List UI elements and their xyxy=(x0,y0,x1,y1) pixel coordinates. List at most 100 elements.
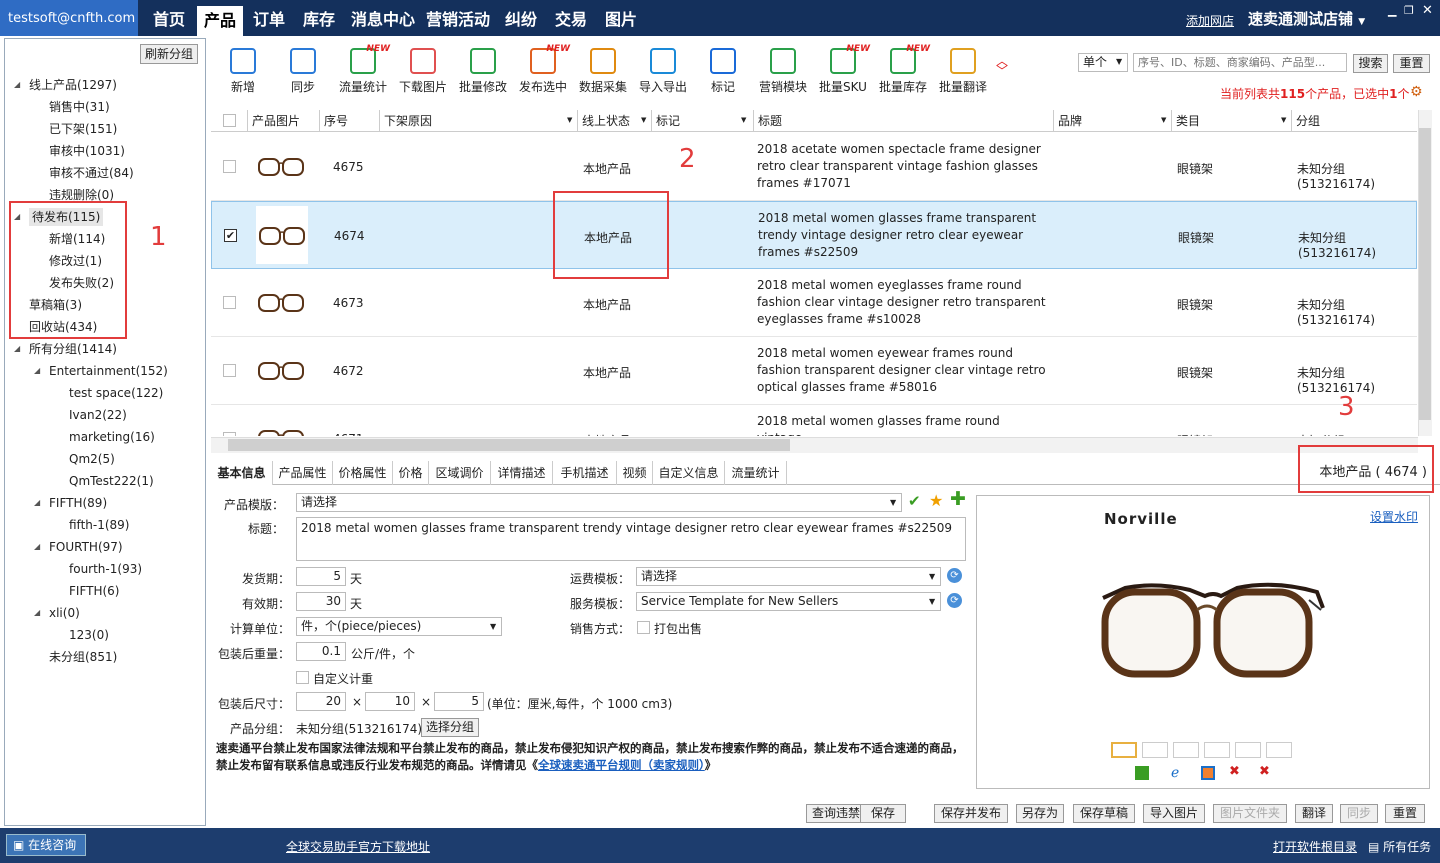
tree-item[interactable]: QmTest222(1) xyxy=(69,472,154,490)
tree-item[interactable]: 待发布(115) xyxy=(29,208,104,226)
custom-weight-checkbox[interactable] xyxy=(296,671,309,684)
toolbar-calendar-button[interactable]: NEW 发布选中 xyxy=(513,44,573,95)
tree-item[interactable]: FOURTH(97) xyxy=(49,538,123,556)
table-row[interactable]: 4671 本地产品 2018 metal women glasses frame r… xyxy=(211,405,1417,436)
tree-item[interactable]: 线上产品(1297) xyxy=(29,76,117,94)
set-watermark-link[interactable]: 设置水印 xyxy=(1370,508,1418,525)
tree-item[interactable]: 所有分组(1414) xyxy=(29,340,117,358)
copy-image-icon[interactable] xyxy=(1201,766,1215,780)
toolbar-edit-button[interactable]: 批量修改 xyxy=(453,46,513,95)
horizontal-scroll-thumb[interactable] xyxy=(228,439,790,451)
toolbar-grid-button[interactable]: 营销模块 xyxy=(753,46,813,95)
row-checkbox[interactable] xyxy=(223,364,236,377)
tree-item[interactable]: 审核中(1031) xyxy=(49,142,125,160)
tree-item[interactable]: 新增(114) xyxy=(49,230,105,248)
toolbar-export-button[interactable]: 导入导出 xyxy=(633,46,693,95)
expand-triangle-icon[interactable]: ◢ xyxy=(34,498,40,507)
toolbar-chart-button[interactable]: 数据采集 xyxy=(573,46,633,95)
expand-triangle-icon[interactable]: ◢ xyxy=(34,366,40,375)
bottom-button-6[interactable]: 图片文件夹 xyxy=(1213,804,1287,823)
freight-select[interactable]: 请选择 xyxy=(636,567,941,586)
select-group-button[interactable]: 选择分组 xyxy=(421,718,479,737)
vertical-scroll-thumb[interactable] xyxy=(1419,128,1431,420)
tree-item[interactable]: 修改过(1) xyxy=(49,252,102,270)
table-row[interactable]: ✔ 4674 本地产品 2018 metal women glasses frame … xyxy=(211,201,1417,269)
template-select[interactable]: 请选择 xyxy=(296,493,902,512)
refresh-icon[interactable]: ⟳ xyxy=(947,568,962,583)
browser-icon[interactable]: ℯ xyxy=(1171,765,1179,781)
title-textarea[interactable]: 2018 metal women glasses frame transpare… xyxy=(296,517,966,561)
tab-8[interactable]: 自定义信息 xyxy=(653,461,725,485)
tree-item[interactable]: Qm2(5) xyxy=(69,450,115,468)
row-checkbox[interactable]: ✔ xyxy=(224,229,237,242)
size-length-input[interactable]: 20 xyxy=(296,692,346,711)
valid-days-input[interactable]: 30 xyxy=(296,592,346,611)
delete-all-icon[interactable]: ✖ xyxy=(1259,764,1270,779)
bottom-button-3[interactable]: 另存为 xyxy=(1016,804,1064,823)
tab-0[interactable]: 基本信息 xyxy=(211,461,273,485)
row-checkbox[interactable] xyxy=(223,432,236,436)
thumbnail[interactable] xyxy=(1142,742,1168,758)
tab-5[interactable]: 详情描述 xyxy=(491,461,553,485)
tab-6[interactable]: 手机描述 xyxy=(553,461,617,485)
all-tasks-button[interactable]: ▤ 所有任务 xyxy=(1368,838,1431,855)
star-icon[interactable]: ★ xyxy=(929,491,943,510)
toolbar-image-button[interactable]: 下载图片 xyxy=(393,46,453,95)
tree-item[interactable]: marketing(16) xyxy=(69,428,155,446)
toolbar-stock-button[interactable]: NEW 批量库存 xyxy=(873,44,933,95)
tree-item[interactable]: test space(122) xyxy=(69,384,163,402)
tree-item[interactable]: Ivan2(22) xyxy=(69,406,127,424)
table-row[interactable]: 4672 本地产品 2018 metal women eyewear frames … xyxy=(211,337,1417,405)
tree-item[interactable]: fifth-1(89) xyxy=(69,516,129,534)
ship-days-input[interactable]: 5 xyxy=(296,567,346,586)
expand-triangle-icon[interactable]: ◢ xyxy=(14,212,20,221)
tree-item[interactable]: 审核不通过(84) xyxy=(49,164,134,182)
toolbar-refresh-button[interactable]: NEW 流量统计 xyxy=(333,44,393,95)
online-consult-button[interactable]: ▣ 在线咨询 xyxy=(6,834,86,856)
tree-item[interactable]: 草稿箱(3) xyxy=(29,296,82,314)
service-select[interactable]: Service Template for New Sellers xyxy=(636,592,941,611)
table-row[interactable]: 4673 本地产品 2018 metal women eyeglasses fram… xyxy=(211,269,1417,337)
tree-item[interactable]: 123(0) xyxy=(69,626,109,644)
delete-image-icon[interactable]: ✖ xyxy=(1229,764,1240,779)
tree-item[interactable]: 未分组(851) xyxy=(49,648,117,666)
bottom-button-9[interactable]: 重置 xyxy=(1385,804,1425,823)
thumbnail[interactable] xyxy=(1111,742,1137,758)
expand-triangle-icon[interactable]: ◢ xyxy=(14,344,20,353)
thumbnail[interactable] xyxy=(1235,742,1261,758)
tree-item[interactable]: FIFTH(6) xyxy=(69,582,119,600)
upload-image-icon[interactable] xyxy=(1135,766,1149,780)
bottom-button-5[interactable]: 导入图片 xyxy=(1143,804,1205,823)
thumbnail[interactable] xyxy=(1266,742,1292,758)
expand-triangle-icon[interactable]: ◢ xyxy=(34,542,40,551)
toolbar-translate-button[interactable]: 批量翻译 xyxy=(933,46,993,95)
open-dir-link[interactable]: 打开软件根目录 xyxy=(1273,838,1357,855)
unit-select[interactable]: 件，个(piece/pieces) xyxy=(296,617,502,636)
toolbar-download-button[interactable]: 同步 xyxy=(273,46,333,95)
thumbnail[interactable] xyxy=(1204,742,1230,758)
tree-item[interactable]: FIFTH(89) xyxy=(49,494,107,512)
tab-3[interactable]: 价格 xyxy=(393,461,429,485)
tree-item[interactable]: Entertainment(152) xyxy=(49,362,168,380)
download-link[interactable]: 全球交易助手官方下载地址 xyxy=(286,838,430,855)
bottom-button-4[interactable]: 保存草稿 xyxy=(1073,804,1135,823)
tab-4[interactable]: 区域调价 xyxy=(429,461,491,485)
policy-rules-link[interactable]: 全球速卖通平台规则（卖家规则） xyxy=(538,758,705,772)
size-height-input[interactable]: 5 xyxy=(434,692,484,711)
expand-triangle-icon[interactable]: ◢ xyxy=(14,80,20,89)
tree-item[interactable]: fourth-1(93) xyxy=(69,560,142,578)
tab-1[interactable]: 产品属性 xyxy=(273,461,333,485)
weight-input[interactable]: 0.1 xyxy=(296,642,346,661)
tab-7[interactable]: 视频 xyxy=(617,461,653,485)
toolbar-add-button[interactable]: 新增 xyxy=(213,46,273,95)
tree-item[interactable]: 发布失败(2) xyxy=(49,274,114,292)
refresh-icon[interactable]: ⟳ xyxy=(947,593,962,608)
check-icon[interactable]: ✔ xyxy=(908,492,921,510)
tree-item[interactable]: 回收站(434) xyxy=(29,318,97,336)
tree-item[interactable]: 违规删除(0) xyxy=(49,186,114,204)
bottom-button-1[interactable]: 保存 xyxy=(860,804,906,823)
row-checkbox[interactable] xyxy=(223,160,236,173)
plus-icon[interactable]: ✚ xyxy=(950,488,966,510)
toolbar-flag-button[interactable]: 标记 xyxy=(693,46,753,95)
thumbnail[interactable] xyxy=(1173,742,1199,758)
